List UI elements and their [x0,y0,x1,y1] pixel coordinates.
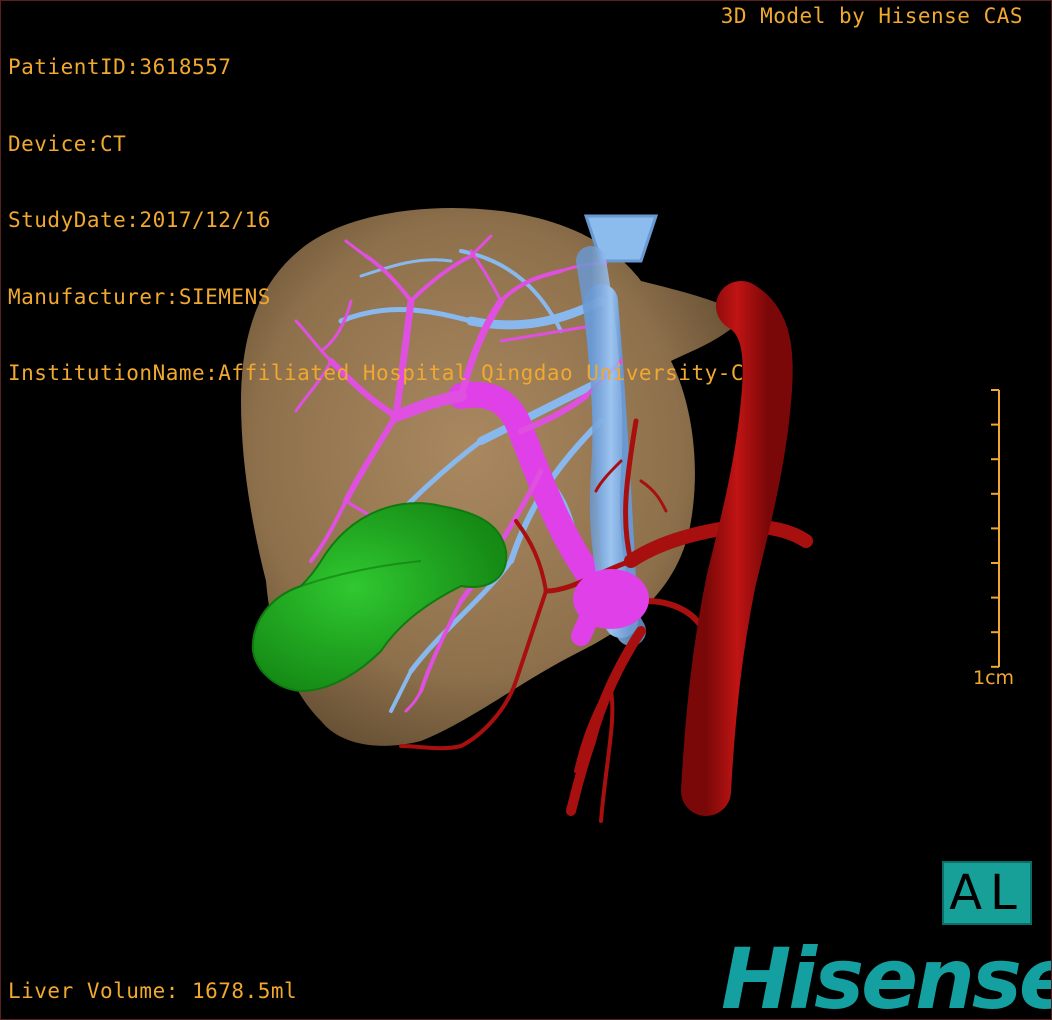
hisense-logo: Hisense [721,930,1052,1020]
orientation-label: AL [949,865,1025,921]
orientation-cube[interactable]: AL [942,861,1032,925]
3d-viewport[interactable]: PatientID:3618557 Device:CT StudyDate:20… [0,0,1052,1020]
hepatic-vein-trunk [573,569,649,629]
manufacturer: Manufacturer:SIEMENS [8,284,271,309]
scale-bar [991,389,1000,668]
liver-volume: Liver Volume: 1678.5ml [8,979,298,1003]
institution-name: InstitutionName:Affiliated Hospital Qing… [8,361,745,385]
model-credit: 3D Model by Hisense CAS [720,4,1023,28]
device: Device:CT [8,131,127,156]
study-date: StudyDate:2017/12/16 [8,208,271,232]
dicom-info-overlay: PatientID:3618557 Device:CT StudyDate:20… [8,4,744,438]
patient-id: PatientID:3618557 [8,55,232,79]
scale-bar-label: 1cm [973,667,1015,689]
